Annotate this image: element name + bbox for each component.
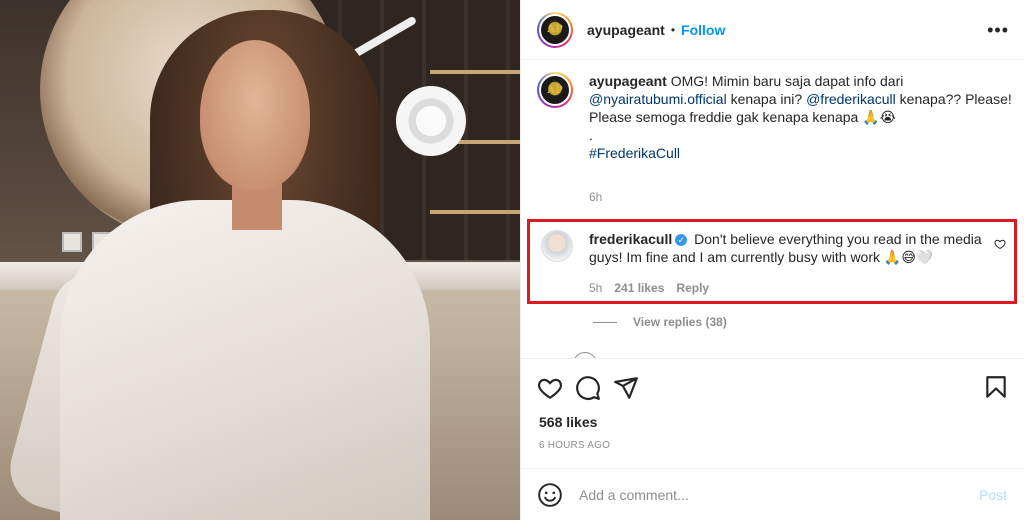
comment-input[interactable]	[579, 486, 969, 503]
verified-badge-icon: ✓	[675, 234, 688, 247]
photo-person-face	[200, 40, 310, 190]
follow-button[interactable]: Follow	[681, 22, 725, 38]
photo-person-shirt	[60, 200, 430, 520]
photo-shelf	[430, 70, 520, 74]
more-options-icon[interactable]: •••	[987, 20, 1009, 41]
comment-text: frederikacull ✓ Don't believe everything …	[589, 230, 989, 266]
mention-link[interactable]: @frederikacull	[806, 91, 896, 107]
view-replies-label: View replies (38)	[633, 315, 727, 329]
header-username[interactable]: ayupageant	[587, 22, 665, 38]
save-bookmark-icon[interactable]	[983, 374, 1009, 400]
comment-bubble-icon[interactable]	[575, 375, 601, 401]
caption-dot-line: .	[589, 127, 593, 143]
caption-text-part: kenapa ini?	[726, 91, 807, 107]
like-heart-icon[interactable]	[537, 375, 563, 401]
photo-shelf	[430, 210, 520, 214]
post-photo[interactable]	[0, 0, 520, 520]
comment-timestamp[interactable]: 5h	[589, 281, 602, 295]
caption-timestamp[interactable]: 6h	[589, 190, 602, 204]
avatar[interactable]: AP	[537, 11, 573, 48]
comment-avatar[interactable]	[541, 230, 573, 262]
caption-text: ayupageant OMG! Mimin baru saja dapat in…	[589, 72, 1017, 162]
comment-meta: 5h 241 likes Reply	[589, 281, 709, 295]
add-comment-bar: Post	[521, 468, 1024, 520]
emoji-smiley-icon[interactable]	[537, 482, 563, 508]
post-likes-count[interactable]: 568 likes	[539, 414, 597, 430]
post-side-panel: AP ayupageant • Follow ••• AP ayupageant…	[520, 0, 1024, 520]
post-actions	[521, 358, 1024, 416]
separator-dot: •	[670, 22, 676, 37]
caption-avatar[interactable]: AP	[537, 72, 573, 108]
hashtag-link[interactable]: #FrederikaCull	[589, 144, 1017, 162]
avatar-monogram: AP	[539, 74, 571, 106]
comment-username[interactable]: frederikacull	[589, 231, 672, 247]
highlighted-comment: frederikacull ✓ Don't believe everything …	[527, 219, 1017, 304]
comment-likes[interactable]: 241 likes	[614, 281, 664, 295]
replies-divider	[593, 321, 617, 323]
caption-username[interactable]: ayupageant	[589, 73, 667, 89]
reply-button[interactable]: Reply	[676, 281, 709, 295]
post-caption: AP ayupageant OMG! Mimin baru saja dapat…	[537, 72, 1017, 162]
avatar-monogram: AP	[539, 13, 571, 46]
view-replies-button[interactable]: View replies (38)	[593, 315, 727, 329]
post-time-ago[interactable]: 6 HOURS AGO	[539, 440, 610, 451]
post-comment-button[interactable]: Post	[979, 487, 1007, 503]
comment-like-heart-icon[interactable]	[994, 238, 1006, 250]
post-header: AP ayupageant • Follow •••	[521, 0, 1024, 60]
caption-text-part: OMG! Mimin baru saja dapat info dari	[666, 73, 904, 89]
photo-switch	[62, 232, 82, 252]
mention-link[interactable]: @nyairatubumi.official	[589, 91, 727, 107]
share-paper-plane-icon[interactable]	[613, 375, 639, 401]
